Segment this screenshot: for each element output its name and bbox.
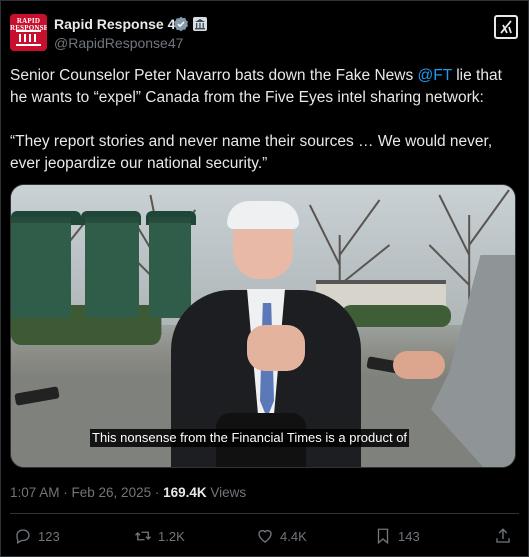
video-booth (149, 217, 191, 318)
mention-link[interactable]: @FT (418, 67, 452, 84)
white-house-icon[interactable] (193, 17, 207, 31)
bookmark-count: 143 (398, 528, 420, 544)
white-house-logo-icon (16, 30, 41, 46)
video-caption: This nonsense from the Financial Times i… (90, 429, 410, 447)
grok-icon (500, 20, 512, 34)
verified-badge-icon[interactable] (173, 16, 189, 32)
bookmark-button[interactable]: 143 (374, 527, 420, 545)
reply-icon (16, 529, 30, 544)
tweet-text-part: Senior Counselor Peter Navarro bats down… (10, 67, 418, 84)
action-bar: 123 1.2K 4.4K 143 (1, 523, 528, 551)
tweet-header: RAPID RESPONSE Rapid Response 47 @RapidR… (10, 12, 519, 52)
user-handle[interactable]: @RapidResponse47 (54, 35, 183, 51)
tweet-date[interactable]: Feb 26, 2025 (72, 485, 152, 500)
video-hedge (341, 305, 451, 327)
tweet-time[interactable]: 1:07 AM (10, 485, 60, 500)
like-count: 4.4K (280, 528, 307, 544)
retweet-count: 1.2K (158, 528, 185, 544)
video-player[interactable]: This nonsense from the Financial Times i… (10, 184, 516, 468)
video-speaker-hair (227, 201, 299, 229)
views-count: 169.4K (163, 485, 207, 500)
reply-count: 123 (38, 528, 60, 544)
tweet-card: RAPID RESPONSE Rapid Response 47 @RapidR… (0, 0, 529, 557)
tweet-text: Senior Counselor Peter Navarro bats down… (10, 65, 515, 175)
meta-separator: · (151, 485, 164, 500)
grok-button[interactable] (494, 15, 518, 39)
video-booth (11, 217, 71, 318)
like-button[interactable]: 4.4K (256, 527, 307, 545)
retweet-button[interactable]: 1.2K (134, 527, 185, 545)
share-button[interactable] (494, 527, 512, 545)
reply-button[interactable]: 123 (14, 527, 60, 545)
tweet-quote: “They report stories and never name thei… (10, 133, 493, 172)
heart-icon (258, 529, 272, 543)
meta-separator: · (59, 485, 72, 500)
avatar[interactable]: RAPID RESPONSE (10, 14, 47, 51)
video-reporter-hand (393, 351, 445, 379)
share-icon (496, 528, 510, 543)
tweet-metadata: 1:07 AM · Feb 26, 2025 · 169.4K Views (10, 485, 246, 500)
video-speaker-hands (247, 325, 305, 371)
divider (10, 513, 519, 514)
tweet-body: Senior Counselor Peter Navarro bats down… (10, 65, 515, 109)
views-label: Views (206, 485, 247, 500)
retweet-icon (135, 531, 151, 541)
display-name[interactable]: Rapid Response 47 (54, 16, 183, 32)
video-booth (85, 217, 139, 318)
bookmark-icon (377, 528, 389, 545)
